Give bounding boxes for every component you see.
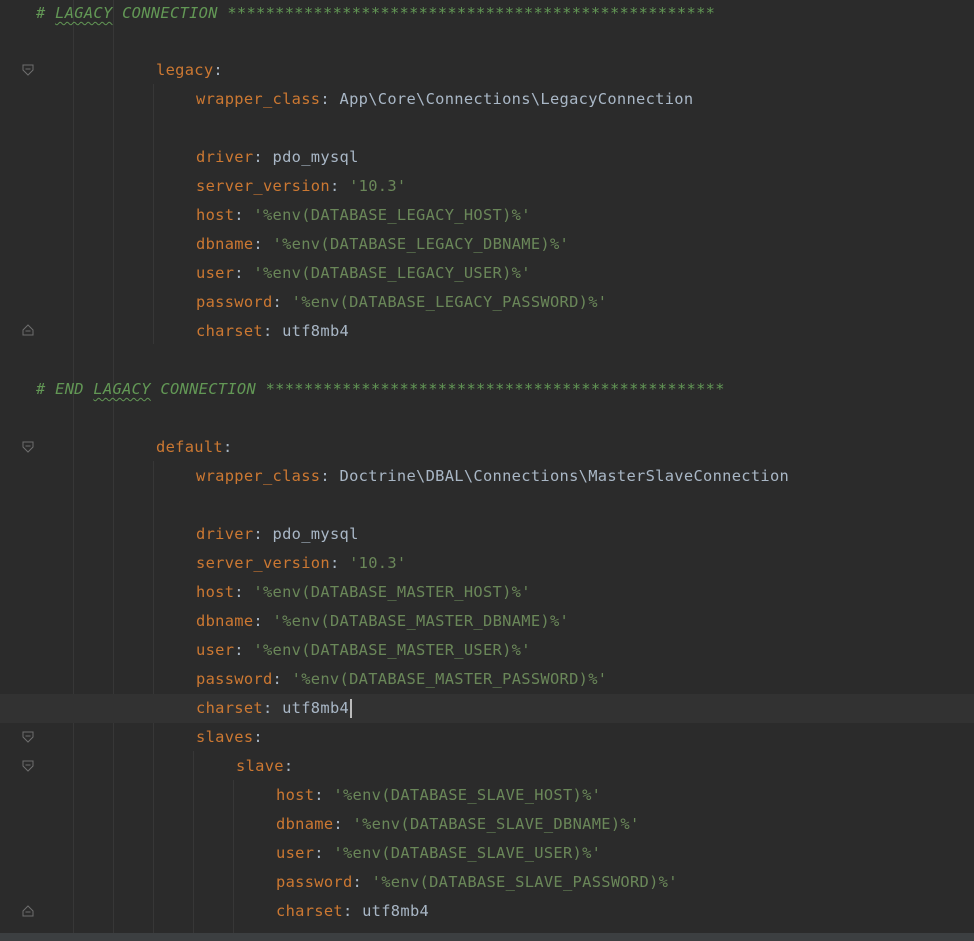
yaml-key: password xyxy=(196,293,273,311)
code-line-legacy-charset[interactable]: charset: utf8mb4 xyxy=(0,317,974,346)
code-line-legacy-server-version[interactable]: server_version: '10.3' xyxy=(0,172,974,201)
code-line-slave-dbname[interactable]: dbname: '%env(DATABASE_SLAVE_DBNAME)%' xyxy=(0,810,974,839)
yaml-string: '%env(DATABASE_MASTER_PASSWORD)%' xyxy=(291,670,608,688)
yaml-value: pdo_mysql xyxy=(272,148,359,166)
comment-typo-word: LAGACY xyxy=(93,380,151,398)
code-line-legacy-password[interactable]: password: '%env(DATABASE_LEGACY_PASSWORD… xyxy=(0,288,974,317)
yaml-key: server_version xyxy=(196,177,330,195)
yaml-key: user xyxy=(196,264,235,282)
yaml-key: dbname xyxy=(196,612,254,630)
bottom-toolbar-edge xyxy=(0,933,974,941)
code-line-slave-host[interactable]: host: '%env(DATABASE_SLAVE_HOST)%' xyxy=(0,781,974,810)
yaml-key: driver xyxy=(196,525,254,543)
yaml-string: '10.3' xyxy=(349,554,407,572)
code-line-default[interactable]: default: xyxy=(0,433,974,462)
yaml-string: '%env(DATABASE_SLAVE_USER)%' xyxy=(333,844,602,862)
yaml-key: host xyxy=(196,206,235,224)
yaml-value: pdo_mysql xyxy=(272,525,359,543)
yaml-key: user xyxy=(196,641,235,659)
yaml-value: App\Core\Connections\LegacyConnection xyxy=(339,90,694,108)
code-line-header-comment[interactable]: # LAGACY CONNECTION ********************… xyxy=(0,0,974,28)
comment-rest: CONNECTION *****************************… xyxy=(150,380,725,398)
text-caret xyxy=(350,699,353,718)
comment-prefix: # xyxy=(36,4,56,22)
code-line-legacy-user[interactable]: user: '%env(DATABASE_LEGACY_USER)%' xyxy=(0,259,974,288)
yaml-key: password xyxy=(196,670,273,688)
yaml-key: dbname xyxy=(196,235,254,253)
yaml-key: user xyxy=(276,844,315,862)
code-line-default-driver[interactable]: driver: pdo_mysql xyxy=(0,520,974,549)
code-editor[interactable]: # LAGACY CONNECTION ********************… xyxy=(0,0,974,941)
yaml-key: default xyxy=(156,438,223,456)
code-line-slave[interactable]: slave: xyxy=(0,752,974,781)
comment-typo-word: LAGACY xyxy=(55,4,113,22)
code-line-default-server-version[interactable]: server_version: '10.3' xyxy=(0,549,974,578)
yaml-key: slave xyxy=(236,757,284,775)
comment-text: # LAGACY CONNECTION ********************… xyxy=(36,0,715,28)
comment-rest: CONNECTION *****************************… xyxy=(112,4,716,22)
code-line-slave-charset[interactable]: charset: utf8mb4 xyxy=(0,897,974,926)
yaml-string: '%env(DATABASE_LEGACY_PASSWORD)%' xyxy=(291,293,608,311)
yaml-string: '%env(DATABASE_MASTER_HOST)%' xyxy=(253,583,531,601)
comment-text: # END LAGACY CONNECTION ****************… xyxy=(36,375,725,404)
yaml-string: '%env(DATABASE_MASTER_DBNAME)%' xyxy=(272,612,570,630)
yaml-string: '%env(DATABASE_LEGACY_HOST)%' xyxy=(253,206,531,224)
yaml-value: Doctrine\DBAL\Connections\MasterSlaveCon… xyxy=(339,467,790,485)
code-line-default-host[interactable]: host: '%env(DATABASE_MASTER_HOST)%' xyxy=(0,578,974,607)
yaml-key: legacy xyxy=(156,61,214,79)
code-line-legacy[interactable]: legacy: xyxy=(0,56,974,85)
yaml-string: '%env(DATABASE_SLAVE_PASSWORD)%' xyxy=(371,873,678,891)
yaml-key: wrapper_class xyxy=(196,90,321,108)
code-line-default-dbname[interactable]: dbname: '%env(DATABASE_MASTER_DBNAME)%' xyxy=(0,607,974,636)
yaml-string: '10.3' xyxy=(349,177,407,195)
code-line-legacy-driver[interactable]: driver: pdo_mysql xyxy=(0,143,974,172)
yaml-key: host xyxy=(276,786,315,804)
yaml-key: host xyxy=(196,583,235,601)
yaml-key: charset xyxy=(276,902,343,920)
yaml-string: '%env(DATABASE_LEGACY_DBNAME)%' xyxy=(272,235,570,253)
yaml-string: '%env(DATABASE_SLAVE_HOST)%' xyxy=(333,786,602,804)
yaml-value: utf8mb4 xyxy=(362,902,430,920)
yaml-string: '%env(DATABASE_SLAVE_DBNAME)%' xyxy=(352,815,640,833)
code-line-legacy-wrapper-class[interactable]: wrapper_class: App\Core\Connections\Lega… xyxy=(0,85,974,114)
yaml-key: server_version xyxy=(196,554,330,572)
code-line-default-user[interactable]: user: '%env(DATABASE_MASTER_USER)%' xyxy=(0,636,974,665)
yaml-value: utf8mb4 xyxy=(282,322,350,340)
yaml-key: dbname xyxy=(276,815,334,833)
yaml-key: wrapper_class xyxy=(196,467,321,485)
code-line-legacy-host[interactable]: host: '%env(DATABASE_LEGACY_HOST)%' xyxy=(0,201,974,230)
yaml-string: '%env(DATABASE_LEGACY_USER)%' xyxy=(253,264,531,282)
code-line-slave-password[interactable]: password: '%env(DATABASE_SLAVE_PASSWORD)… xyxy=(0,868,974,897)
code-line-default-password[interactable]: password: '%env(DATABASE_MASTER_PASSWORD… xyxy=(0,665,974,694)
code-line-slaves[interactable]: slaves: xyxy=(0,723,974,752)
code-line-default-charset-current[interactable]: charset: utf8mb4 xyxy=(0,694,974,723)
code-line-slave-user[interactable]: user: '%env(DATABASE_SLAVE_USER)%' xyxy=(0,839,974,868)
code-line-legacy-dbname[interactable]: dbname: '%env(DATABASE_LEGACY_DBNAME)%' xyxy=(0,230,974,259)
code-line-end-comment[interactable]: # END LAGACY CONNECTION ****************… xyxy=(0,375,974,404)
yaml-key: charset xyxy=(196,699,263,717)
yaml-value: utf8mb4 xyxy=(282,699,350,717)
yaml-key: driver xyxy=(196,148,254,166)
code-line-default-wrapper-class[interactable]: wrapper_class: Doctrine\DBAL\Connections… xyxy=(0,462,974,491)
yaml-key: charset xyxy=(196,322,263,340)
comment-prefix: # END xyxy=(36,380,94,398)
yaml-string: '%env(DATABASE_MASTER_USER)%' xyxy=(253,641,531,659)
yaml-key: slaves xyxy=(196,728,254,746)
yaml-key: password xyxy=(276,873,353,891)
